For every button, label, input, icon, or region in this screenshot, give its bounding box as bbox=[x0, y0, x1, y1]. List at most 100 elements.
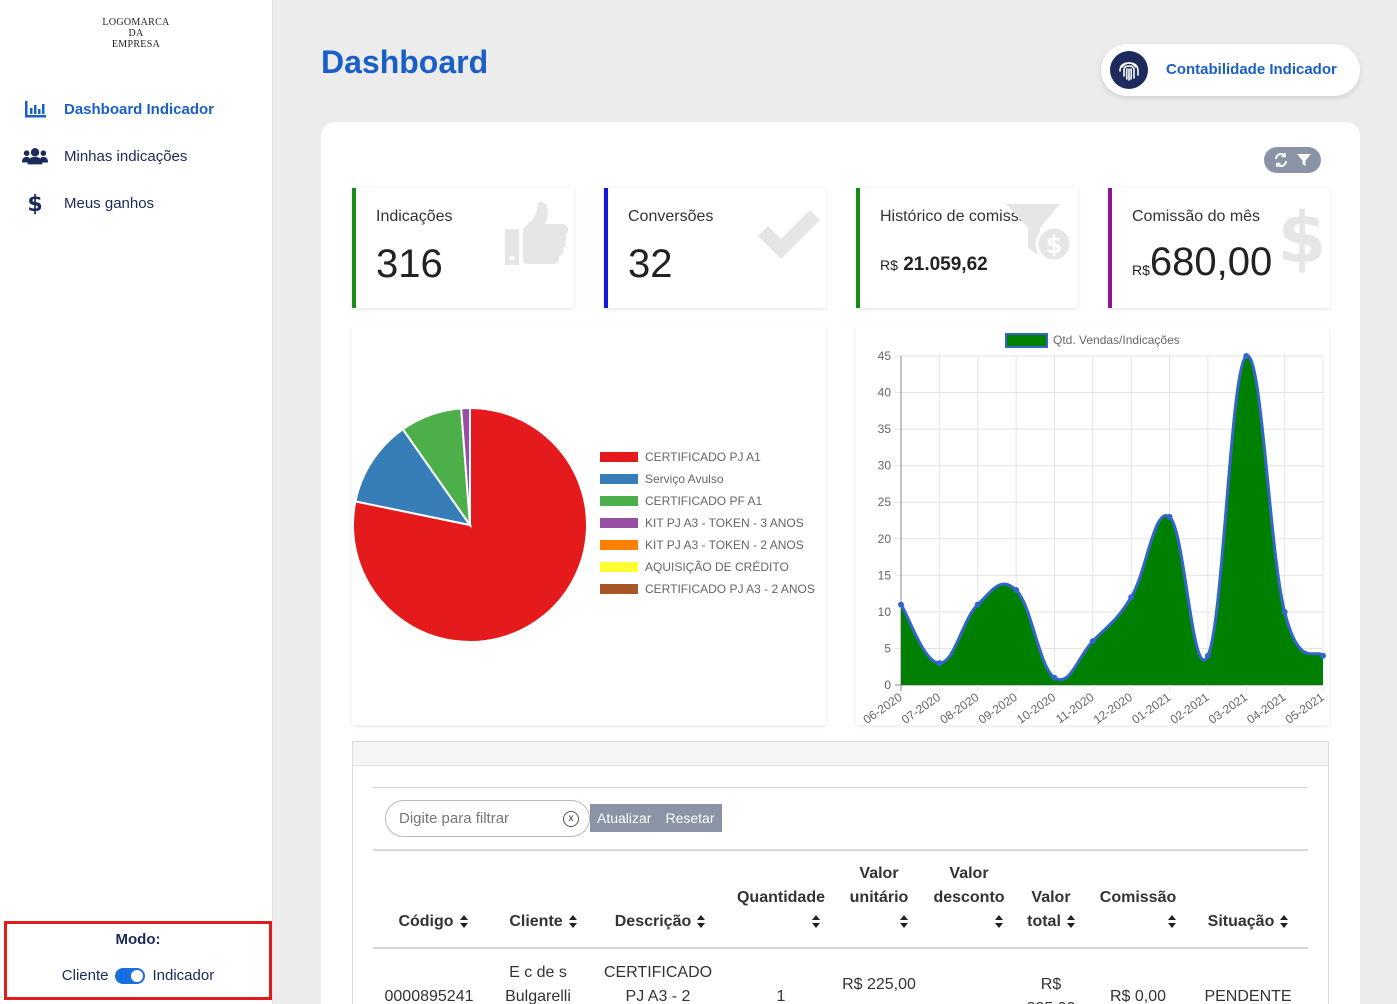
legend-swatch[interactable] bbox=[600, 584, 638, 594]
mode-switcher: Modo: Cliente Indicador bbox=[4, 921, 272, 1000]
kpi-amount: 680,00 bbox=[1149, 240, 1273, 284]
col-header-cliente[interactable]: Cliente bbox=[493, 910, 593, 934]
col-header-valor-desconto[interactable]: Valor desconto bbox=[929, 862, 1009, 934]
sort-icon bbox=[1280, 914, 1289, 929]
currency-symbol: R$ bbox=[1132, 262, 1150, 278]
data-point[interactable] bbox=[1089, 638, 1096, 645]
check-icon bbox=[754, 198, 824, 273]
currency-symbol: R$ bbox=[880, 257, 898, 273]
data-point[interactable] bbox=[1204, 652, 1211, 659]
y-tick-label: 30 bbox=[878, 459, 892, 473]
clear-filter-button[interactable]: x bbox=[563, 811, 579, 827]
legend-swatch[interactable] bbox=[1005, 333, 1048, 348]
legend-swatch[interactable] bbox=[600, 452, 638, 462]
sort-icon bbox=[1168, 914, 1176, 929]
col-header-descricao[interactable]: Descrição bbox=[601, 910, 719, 934]
data-point[interactable] bbox=[1320, 652, 1326, 659]
legend-label[interactable]: KIT PJ A3 - TOKEN - 2 ANOS bbox=[645, 538, 804, 552]
col-header-comissao[interactable]: Comissão bbox=[1093, 886, 1183, 934]
cell-valor-unitario: R$ 225,00 bbox=[842, 976, 916, 993]
data-point[interactable] bbox=[1243, 353, 1250, 359]
x-tick-label: 09-2020 bbox=[976, 690, 1020, 725]
area-chart: 05101520253035404506-202007-202008-20200… bbox=[861, 333, 1327, 727]
cell-codigo: 0000895241 bbox=[384, 988, 474, 1004]
legend-label[interactable]: KIT PJ A3 - TOKEN - 3 ANOS bbox=[645, 516, 804, 530]
y-tick-label: 45 bbox=[878, 349, 892, 363]
data-point[interactable] bbox=[1128, 594, 1135, 601]
kpi-label: Conversões bbox=[628, 208, 714, 225]
data-point[interactable] bbox=[1166, 513, 1173, 520]
col-header-valor-total[interactable]: Valor total bbox=[1019, 886, 1083, 934]
refresh-icon[interactable] bbox=[1271, 150, 1291, 170]
x-tick-label: 06-2020 bbox=[861, 690, 905, 725]
sort-icon bbox=[812, 914, 820, 929]
col-header-situacao[interactable]: Situação bbox=[1193, 910, 1303, 934]
resetar-button[interactable]: Resetar bbox=[658, 810, 721, 826]
legend-label[interactable]: Qtd. Vendas/Indicações bbox=[1053, 333, 1180, 347]
kpi-label: Indicações bbox=[376, 208, 453, 225]
sort-icon bbox=[1066, 914, 1075, 929]
filter-input-wrapper: x bbox=[385, 800, 590, 837]
filter-icon[interactable] bbox=[1294, 150, 1314, 170]
x-tick-label: 10-2020 bbox=[1014, 690, 1058, 725]
user-name: Contabilidade Indicador bbox=[1166, 61, 1337, 78]
mode-toggle[interactable] bbox=[115, 967, 146, 984]
sidebar-item-dashboard[interactable]: Dashboard Indicador bbox=[0, 89, 273, 129]
divider bbox=[373, 787, 1308, 788]
y-tick-label: 20 bbox=[878, 532, 892, 546]
sort-icon bbox=[568, 914, 577, 929]
cell-comissao: R$ 0,00 bbox=[1109, 988, 1167, 1004]
sort-icon bbox=[459, 914, 468, 929]
user-menu-button[interactable]: Contabilidade Indicador bbox=[1101, 44, 1360, 96]
legend-label[interactable]: Serviço Avulso bbox=[645, 472, 724, 486]
sidebar-item-label: Minhas indicações bbox=[64, 147, 188, 165]
data-point[interactable] bbox=[974, 601, 981, 608]
kpi-value: R$ 21.059,62 bbox=[880, 254, 988, 276]
divider bbox=[373, 849, 1308, 851]
y-tick-label: 5 bbox=[884, 641, 891, 655]
sort-icon bbox=[900, 914, 908, 929]
x-tick-label: 02-2021 bbox=[1168, 690, 1212, 725]
mode-indicador-label[interactable]: Indicador bbox=[152, 967, 214, 984]
sort-icon bbox=[697, 914, 706, 929]
y-tick-label: 40 bbox=[878, 386, 892, 400]
atualizar-button[interactable]: Atualizar bbox=[590, 810, 658, 826]
pie-chart: CERTIFICADO PJ A1 Serviço Avulso CERTIFICA… bbox=[352, 406, 815, 643]
legend-swatch[interactable] bbox=[600, 518, 638, 528]
y-tick-label: 10 bbox=[878, 605, 892, 619]
col-header-valor-unitario[interactable]: Valor unitário bbox=[839, 862, 919, 934]
legend-swatch[interactable] bbox=[600, 496, 638, 506]
funnel-dollar-icon: $ bbox=[1006, 198, 1076, 273]
kpi-value: 316 bbox=[376, 242, 443, 286]
svg-text:$: $ bbox=[1278, 198, 1326, 273]
cell-situacao: PENDENTE bbox=[1204, 988, 1292, 1004]
sidebar-item-meus-ganhos[interactable]: $ Meus ganhos bbox=[0, 183, 273, 223]
legend-label[interactable]: CERTIFICADO PJ A3 - 2 ANOS bbox=[645, 582, 815, 596]
data-point[interactable] bbox=[1051, 674, 1058, 681]
data-point[interactable] bbox=[1013, 586, 1020, 593]
svg-text:$: $ bbox=[28, 192, 42, 215]
legend-swatch[interactable] bbox=[600, 562, 638, 572]
x-tick-label: 12-2020 bbox=[1091, 690, 1135, 725]
x-tick-label: 05-2021 bbox=[1283, 690, 1327, 725]
legend-label[interactable]: CERTIFICADO PF A1 bbox=[645, 494, 762, 508]
kpi-comissao-mes: Comissão do mês R$680,00 $ bbox=[1108, 188, 1330, 308]
data-point[interactable] bbox=[898, 601, 904, 608]
data-point[interactable] bbox=[1281, 608, 1288, 615]
thumbs-up-icon bbox=[502, 198, 572, 273]
x-tick-label: 11-2020 bbox=[1053, 690, 1097, 725]
kpi-value: 32 bbox=[628, 242, 673, 286]
x-tick-label: 07-2020 bbox=[899, 690, 943, 725]
legend-label[interactable]: AQUISIÇÃO DE CRÉDITO bbox=[645, 559, 789, 574]
legend-label[interactable]: CERTIFICADO PJ A1 bbox=[645, 450, 761, 464]
x-tick-label: 01-2021 bbox=[1129, 690, 1173, 725]
sidebar-item-minhas-indicacoes[interactable]: Minhas indicações bbox=[0, 136, 273, 176]
legend-swatch[interactable] bbox=[600, 474, 638, 484]
mode-cliente-label[interactable]: Cliente bbox=[62, 967, 109, 984]
filter-input[interactable] bbox=[386, 810, 556, 827]
legend-swatch[interactable] bbox=[600, 540, 638, 550]
company-logo[interactable]: LOGOMARCA DA EMPRESA bbox=[96, 17, 176, 50]
data-point[interactable] bbox=[936, 660, 943, 667]
col-header-codigo[interactable]: Código bbox=[383, 910, 483, 934]
col-header-quantidade[interactable]: Quantidade bbox=[731, 886, 831, 934]
